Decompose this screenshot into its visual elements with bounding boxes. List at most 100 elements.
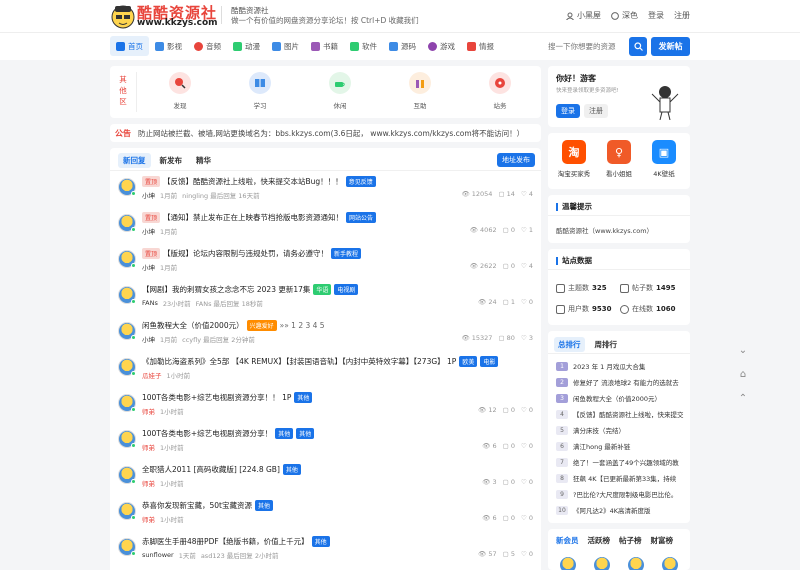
author-name[interactable]: 小坤: [142, 190, 155, 200]
author-name[interactable]: 师弟: [142, 478, 155, 488]
category-badge[interactable]: 其他: [275, 428, 294, 439]
zone-leisure[interactable]: 休闲: [310, 72, 370, 110]
search-input[interactable]: [548, 37, 628, 56]
tab-post-members[interactable]: 帖子榜: [619, 535, 642, 546]
rank-item[interactable]: 9 ?巴比伦?大尺度限制级电影巴比伦。: [556, 489, 684, 499]
avatar[interactable]: [118, 358, 136, 376]
home-icon[interactable]: ⌂: [736, 367, 750, 381]
avatar[interactable]: [662, 557, 678, 570]
avatar[interactable]: [118, 214, 136, 232]
thread-title[interactable]: 赤脚医生手册48册PDF【绝版书籍，价值上千元】 其他: [142, 536, 330, 547]
thread-title[interactable]: 恭喜你发现新宝藏，50t宝藏资源 其他: [142, 500, 273, 511]
blackroom-link[interactable]: 小黑屋: [566, 10, 601, 21]
thread-title[interactable]: 100T各类电影+综艺电视剧资源分享！！ 1P 其他: [142, 392, 313, 403]
nav-software[interactable]: 软件: [344, 36, 383, 56]
author-name[interactable]: 师弟: [142, 442, 155, 452]
rank-item[interactable]: 5 满分床技（完结）: [556, 425, 684, 435]
avatar[interactable]: [594, 557, 610, 570]
avatar[interactable]: [118, 538, 136, 556]
zone-site[interactable]: 站务: [470, 72, 530, 110]
thread-row[interactable]: 《加勒比海盗系列》全5部 【4K REMUX】【封装国语音轨】【内封中英特效字幕…: [118, 356, 533, 390]
category-badge[interactable]: 其他: [296, 428, 315, 439]
app-wallpaper[interactable]: ▣ 4K壁纸: [643, 140, 685, 178]
thread-row[interactable]: 置顶 【反馈】酷酷资源社上线啦，快来提交本站Bug！！！ 意见反馈 小坤 1月前 ning…: [118, 176, 533, 210]
thread-title[interactable]: 【网剧】我的刺猬女孩之念念不忘 2023 更新17集 华语 电视剧: [142, 284, 359, 295]
search-button[interactable]: [629, 37, 647, 56]
category-badge[interactable]: 其他: [294, 392, 313, 403]
thread-title[interactable]: 闲鱼教程大全（价值2000元） 兴趣爱好»» 1 2 3 4 5: [142, 320, 325, 331]
nav-intel[interactable]: 情报: [461, 36, 500, 56]
address-publish-button[interactable]: 地址发布: [497, 153, 535, 167]
avatar[interactable]: [560, 557, 576, 570]
tab-weekly-rank[interactable]: 周排行: [591, 337, 622, 352]
dark-mode-toggle[interactable]: 深色: [611, 10, 638, 21]
category-badge[interactable]: 其他: [282, 464, 301, 475]
category-badge[interactable]: 华语: [313, 284, 332, 295]
rank-item[interactable]: 1 2023 年 1 月戏瓜大合集: [556, 361, 684, 371]
category-badge[interactable]: 其他: [254, 500, 273, 511]
zone-discover[interactable]: 发现: [150, 72, 210, 110]
tab-featured[interactable]: 精华: [191, 153, 216, 168]
avatar[interactable]: [118, 430, 136, 448]
nav-games[interactable]: 游戏: [422, 36, 461, 56]
login-link[interactable]: 登录: [648, 10, 664, 21]
thread-title[interactable]: 置顶 【版规】论坛内容限制与违规处罚，请务必遵守！ 新手教程: [142, 248, 362, 259]
category-badge[interactable]: 电视剧: [334, 284, 359, 295]
new-post-button[interactable]: 发新帖: [651, 37, 690, 56]
zone-help[interactable]: 互助: [390, 72, 450, 110]
avatar[interactable]: [118, 502, 136, 520]
thread-title[interactable]: 置顶 【通知】禁止发布正在上映春节档抢版电影资源通知！ 网站公告: [142, 212, 377, 223]
avatar[interactable]: [628, 557, 644, 570]
thread-row[interactable]: 全职猎人2011 [高码收藏版] [224.8 GB] 其他 师弟 1小时前 👁 3 ▢ …: [118, 464, 533, 498]
tab-new-posts[interactable]: 新发布: [155, 153, 188, 168]
thread-row[interactable]: 置顶 【版规】论坛内容限制与违规处罚，请务必遵守！ 新手教程 小坤 1月前 👁 2622 ▢…: [118, 248, 533, 282]
thread-row[interactable]: 【网剧】我的刺猬女孩之念念不忘 2023 更新17集 华语 电视剧 FANs 23小时前…: [118, 284, 533, 318]
thread-row[interactable]: 100T各类电影+综艺电视剧资源分享！ 其他 其他 师弟 1小时前 👁 6 ▢ 0 ♡ 0: [118, 428, 533, 462]
category-badge[interactable]: 网站公告: [346, 212, 377, 223]
rank-item[interactable]: 7 绝了！一套涵盖了49个兴趣领域的教: [556, 457, 684, 467]
register-button[interactable]: 注册: [584, 104, 608, 118]
rank-item[interactable]: 10 《阿凡达2》4K高清新度版: [556, 505, 684, 515]
register-link[interactable]: 注册: [674, 10, 690, 21]
tab-wealth-members[interactable]: 财富榜: [651, 535, 674, 546]
logo-icon[interactable]: [110, 2, 136, 29]
category-badge[interactable]: 电影: [480, 356, 499, 367]
thread-title[interactable]: 全职猎人2011 [高码收藏版] [224.8 GB] 其他: [142, 464, 301, 475]
chevron-up-icon[interactable]: ⌃: [736, 391, 750, 405]
nav-home[interactable]: 首页: [110, 36, 149, 56]
app-taobao[interactable]: 淘淘宝买家秀: [553, 140, 595, 178]
avatar[interactable]: [118, 322, 136, 340]
rank-item[interactable]: 4 【反馈】酷酷资源社上线啦，快来提交: [556, 409, 684, 419]
avatar[interactable]: [118, 286, 136, 304]
thread-row[interactable]: 置顶 【通知】禁止发布正在上映春节档抢版电影资源通知！ 网站公告 小坤 1月前 👁 406…: [118, 212, 533, 246]
tab-active-members[interactable]: 活跃榜: [588, 535, 611, 546]
rank-item[interactable]: 6 满江hong 最新补链: [556, 441, 684, 451]
avatar[interactable]: [118, 394, 136, 412]
author-name[interactable]: 小坤: [142, 334, 155, 344]
author-name[interactable]: 瓜娃子: [142, 370, 162, 380]
chevron-down-icon[interactable]: ⌄: [736, 343, 750, 357]
category-badge[interactable]: 新手教程: [331, 248, 362, 259]
author-name[interactable]: sunflower: [142, 551, 174, 559]
avatar[interactable]: [118, 466, 136, 484]
rank-item[interactable]: 2 修复好了 流浪地球2 有能力的选就去: [556, 377, 684, 387]
author-name[interactable]: 师弟: [142, 514, 155, 524]
author-name[interactable]: 小坤: [142, 226, 155, 236]
category-badge[interactable]: 兴趣爱好: [246, 320, 277, 331]
nav-anime[interactable]: 动漫: [227, 36, 266, 56]
tab-total-rank[interactable]: 总排行: [554, 337, 585, 352]
thread-row[interactable]: 闲鱼教程大全（价值2000元） 兴趣爱好»» 1 2 3 4 5 小坤 1月前 ccyf…: [118, 320, 533, 354]
thread-title[interactable]: 100T各类电影+综艺电视剧资源分享！ 其他 其他: [142, 428, 315, 439]
category-badge[interactable]: 其他: [311, 536, 330, 547]
notice-text[interactable]: 防止网站被拦截、被墙,网站更换域名为：bbs.kkzys.com(3.6日起， …: [138, 128, 524, 139]
thread-row[interactable]: 恭喜你发现新宝藏，50t宝藏资源 其他 师弟 1小时前 👁 6 ▢ 0 ♡ 0: [118, 500, 533, 534]
login-button[interactable]: 登录: [556, 104, 580, 118]
author-name[interactable]: 师弟: [142, 406, 155, 416]
app-girls[interactable]: ♀ 看小姐姐: [598, 140, 640, 178]
thread-title[interactable]: 置顶 【反馈】酷酷资源社上线啦，快来提交本站Bug！！！ 意见反馈: [142, 176, 376, 187]
category-badge[interactable]: 欧美: [459, 356, 478, 367]
page-links[interactable]: »» 1 2 3 4 5: [280, 321, 325, 330]
rank-item[interactable]: 3 闲鱼教程大全（价值2000元）: [556, 393, 684, 403]
author-name[interactable]: 小坤: [142, 262, 155, 272]
nav-source[interactable]: 源码: [383, 36, 422, 56]
